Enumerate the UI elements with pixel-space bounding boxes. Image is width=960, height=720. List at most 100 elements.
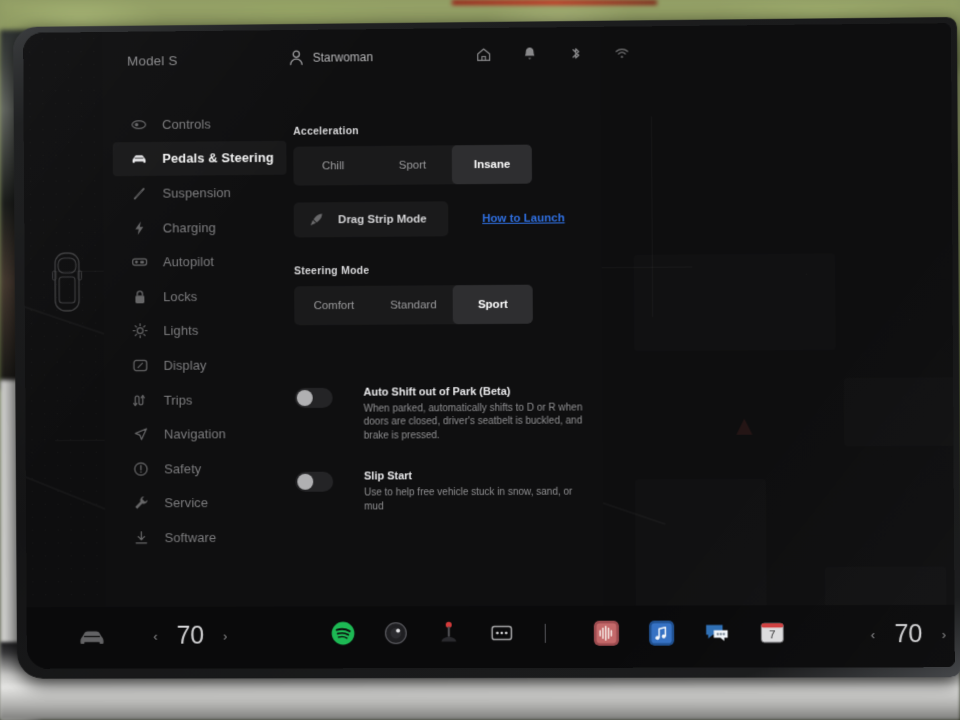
settings-sidebar: Controls Pedals & Steering Suspension Ch… <box>112 106 289 555</box>
sidebar-item-label: Charging <box>162 219 216 236</box>
calendar-day-number: 7 <box>769 630 776 642</box>
driver-temperature-value: 70 <box>176 621 205 650</box>
spotify-icon[interactable] <box>330 620 356 646</box>
dock-divider <box>544 623 546 643</box>
sidebar-item-label: Software <box>164 529 217 546</box>
sidebar-item-suspension[interactable]: Suspension <box>113 175 287 211</box>
acceleration-option-insane[interactable]: Insane <box>452 144 533 185</box>
toggle-description: Use to help free vehicle stuck in snow, … <box>364 486 573 513</box>
settings-panel: Model S Starwoman Controls Pedals & Stee… <box>102 26 604 609</box>
toggle-text-block: Slip Start Use to help free vehicle stuc… <box>364 470 586 514</box>
driver-temperature-control[interactable]: ‹ 70 › <box>153 622 227 651</box>
acceleration-segmented-control[interactable]: Chill Sport Insane <box>293 144 533 186</box>
drag-strip-mode-label: Drag Strip Mode <box>338 212 427 226</box>
navigation-arrow-icon <box>132 426 149 443</box>
sidebar-item-label: Lights <box>163 323 199 339</box>
sidebar-item-label: Locks <box>163 288 198 304</box>
drag-strip-mode-button[interactable]: Drag Strip Mode <box>293 201 449 238</box>
map-block <box>634 253 836 351</box>
slip-start-row: Slip Start Use to help free vehicle stuc… <box>295 470 595 514</box>
sidebar-item-label: Pedals & Steering <box>162 150 274 167</box>
profile-name-label: Starwoman <box>312 50 374 65</box>
toggle-knob <box>297 473 314 491</box>
sidebar-item-service[interactable]: Service <box>115 485 289 520</box>
settings-topbar: Model S Starwoman <box>102 27 600 90</box>
car-top-view-icon <box>49 249 85 315</box>
calendar-icon[interactable]: 7 <box>760 620 785 645</box>
map-location-pin <box>736 418 753 435</box>
wifi-icon[interactable] <box>613 45 630 62</box>
podcast-waveform-icon[interactable] <box>593 620 620 646</box>
acceleration-section-title: Acceleration <box>293 125 359 138</box>
dock-app-icons <box>330 620 549 646</box>
steering-section-title: Steering Mode <box>294 264 370 278</box>
auto-shift-out-of-park-toggle[interactable] <box>294 387 333 409</box>
toggle-title: Auto Shift out of Park (Beta) <box>363 385 511 399</box>
sun-icon <box>132 323 149 340</box>
steering-section: Steering Mode Comfort Standard Sport <box>294 263 594 326</box>
sidebar-item-label: Display <box>163 357 207 373</box>
sidebar-item-label: Suspension <box>162 185 231 201</box>
sidebar-item-label: Navigation <box>163 426 226 442</box>
sidebar-item-display[interactable]: Display <box>114 347 288 382</box>
autopilot-icon <box>131 254 148 271</box>
map-block <box>635 479 767 610</box>
map-street-label: · <box>908 315 912 325</box>
download-icon <box>133 529 150 546</box>
dashcam-icon[interactable] <box>383 620 409 646</box>
sidebar-item-autopilot[interactable]: Autopilot <box>113 244 287 280</box>
steering-option-sport[interactable]: Sport <box>452 284 533 325</box>
auto-shift-out-of-park-row: Auto Shift out of Park (Beta) When parke… <box>294 385 595 443</box>
how-to-launch-link[interactable]: How to Launch <box>482 212 565 225</box>
bottom-dock: ‹ 70 › 7 ‹ 70 › <box>26 604 955 669</box>
profile-button[interactable]: Starwoman <box>289 49 373 66</box>
sidebar-item-charging[interactable]: Charging <box>113 209 287 245</box>
temp-decrease-button[interactable]: ‹ <box>871 627 875 642</box>
wrench-icon <box>135 496 148 510</box>
steering-option-standard[interactable]: Standard <box>373 285 453 324</box>
messages-bubble-icon[interactable] <box>704 620 729 645</box>
sidebar-item-pedals-and-steering[interactable]: Pedals & Steering <box>112 140 287 177</box>
vehicle-model-label: Model S <box>127 53 178 69</box>
home-icon[interactable] <box>475 46 492 63</box>
sidebar-item-label: Autopilot <box>162 254 215 270</box>
sidebar-item-lights[interactable]: Lights <box>114 313 288 349</box>
display-icon <box>132 357 149 374</box>
toggle-description: When parked, automatically shifts to D o… <box>363 402 583 442</box>
toggle-list: Auto Shift out of Park (Beta) When parke… <box>294 385 595 514</box>
acceleration-option-sport[interactable]: Sport <box>373 145 453 185</box>
temp-decrease-button[interactable]: ‹ <box>153 629 157 644</box>
steering-segmented-control[interactable]: Comfort Standard Sport <box>294 284 533 326</box>
temp-increase-button[interactable]: › <box>223 629 227 644</box>
toggle-knob <box>296 389 313 407</box>
car-front-icon[interactable] <box>78 623 106 651</box>
sidebar-item-label: Service <box>164 495 209 511</box>
more-icon[interactable] <box>489 620 515 646</box>
acceleration-option-chill[interactable]: Chill <box>293 146 373 186</box>
music-note-icon[interactable] <box>648 620 675 646</box>
bluetooth-icon[interactable] <box>567 45 584 62</box>
sidebar-item-locks[interactable]: Locks <box>114 278 288 314</box>
map-street-label: · <box>804 269 808 279</box>
status-icon-group <box>475 45 630 64</box>
shock-absorber-icon <box>134 188 146 201</box>
sidebar-item-label: Trips <box>163 392 193 408</box>
map-block <box>844 377 955 446</box>
passenger-temperature-control[interactable]: ‹ 70 › <box>871 620 947 649</box>
pinned-app-icons: 7 <box>593 620 785 646</box>
slip-start-toggle[interactable] <box>295 471 334 493</box>
rocket-icon <box>311 214 323 226</box>
sidebar-item-navigation[interactable]: Navigation <box>114 416 288 451</box>
temp-increase-button[interactable]: › <box>942 627 946 642</box>
sidebar-item-controls[interactable]: Controls <box>113 106 287 142</box>
sidebar-item-software[interactable]: Software <box>115 520 289 555</box>
passenger-temperature-value: 70 <box>894 619 923 649</box>
sidebar-item-trips[interactable]: Trips <box>114 382 288 417</box>
joystick-icon[interactable] <box>436 620 462 646</box>
steering-option-comfort[interactable]: Comfort <box>294 286 374 325</box>
sidebar-item-safety[interactable]: Safety <box>115 451 289 486</box>
toggle-text-block: Auto Shift out of Park (Beta) When parke… <box>363 385 585 442</box>
tesla-touchscreen[interactable]: · · Model S Starwoman Controls Pedals & … <box>23 23 955 669</box>
bell-icon[interactable] <box>521 45 538 62</box>
red-reflection-strip <box>452 0 657 5</box>
